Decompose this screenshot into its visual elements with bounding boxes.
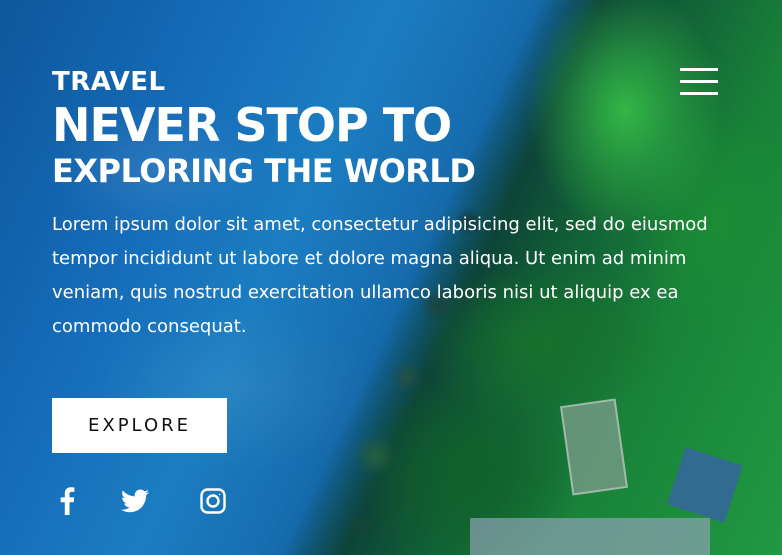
headline: NEVER STOP TO [52, 98, 452, 152]
menu-line-top [680, 68, 718, 71]
hero-description: Lorem ipsum dolor sit amet, consectetur … [52, 214, 708, 337]
explore-button[interactable]: EXPLORE [52, 398, 227, 453]
menu-line-middle [680, 80, 718, 83]
social-links [52, 486, 228, 516]
twitter-icon[interactable] [120, 486, 150, 516]
hero-section: TRAVEL NEVER STOP TO EXPLORING THE WORLD… [0, 0, 782, 555]
hamburger-menu-icon[interactable] [680, 68, 718, 96]
eyebrow-title: TRAVEL [52, 67, 166, 97]
menu-line-bottom [680, 92, 718, 95]
subheadline: EXPLORING THE WORLD [52, 152, 476, 190]
hero-content: TRAVEL NEVER STOP TO EXPLORING THE WORLD… [52, 66, 722, 344]
instagram-icon[interactable] [198, 486, 228, 516]
facebook-icon[interactable] [52, 486, 82, 516]
